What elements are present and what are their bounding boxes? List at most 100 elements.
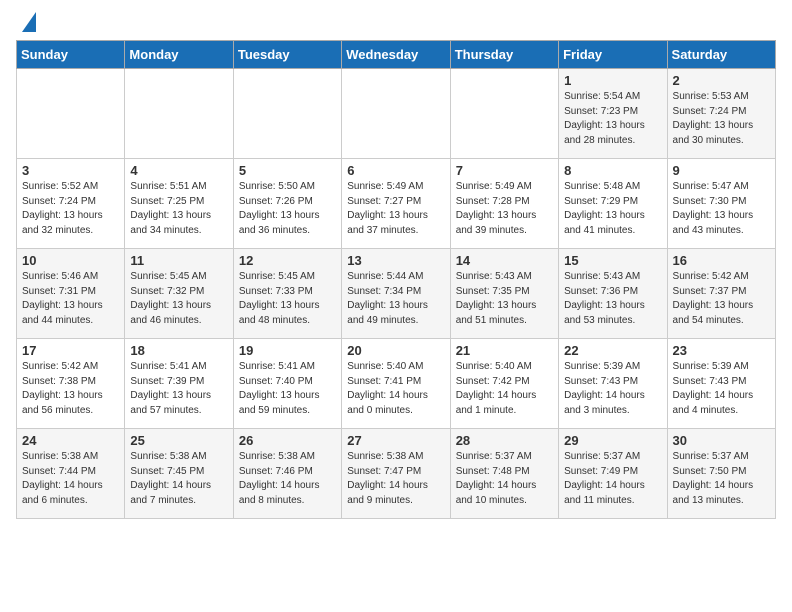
day-info: Sunrise: 5:46 AM Sunset: 7:31 PM Dayligh… <box>22 270 119 328</box>
day-info: Sunrise: 5:42 AM Sunset: 7:37 PM Dayligh… <box>673 270 770 328</box>
day-number: 5 <box>239 163 336 178</box>
calendar-cell: 2 Sunrise: 5:53 AM Sunset: 7:24 PM Daylig… <box>667 69 775 159</box>
day-info: Sunrise: 5:44 AM Sunset: 7:34 PM Dayligh… <box>347 270 444 328</box>
calendar-cell: 4 Sunrise: 5:51 AM Sunset: 7:25 PM Daylig… <box>125 159 233 249</box>
calendar-cell: 12Sunrise: 5:45 AM Sunset: 7:33 PM Dayli… <box>233 249 341 339</box>
calendar-cell: 25Sunrise: 5:38 AM Sunset: 7:45 PM Dayli… <box>125 429 233 519</box>
week-row-0: 1 Sunrise: 5:54 AM Sunset: 7:23 PM Daylig… <box>17 69 776 159</box>
day-number: 30 <box>673 433 770 448</box>
day-info: Sunrise: 5:40 AM Sunset: 7:42 PM Dayligh… <box>456 360 553 418</box>
day-number: 4 <box>130 163 227 178</box>
calendar-cell: 20 Sunrise: 5:40 AM Sunset: 7:41 PM Dayli… <box>342 339 450 429</box>
day-info: Sunrise: 5:38 AM Sunset: 7:44 PM Dayligh… <box>22 450 119 508</box>
day-number: 16 <box>673 253 770 268</box>
calendar-cell: 21 Sunrise: 5:40 AM Sunset: 7:42 PM Dayli… <box>450 339 558 429</box>
calendar-cell: 11 Sunrise: 5:45 AM Sunset: 7:32 PM Dayli… <box>125 249 233 339</box>
calendar-cell: 19 Sunrise: 5:41 AM Sunset: 7:40 PM Dayli… <box>233 339 341 429</box>
day-number: 10 <box>22 253 119 268</box>
calendar-cell <box>450 69 558 159</box>
day-number: 15 <box>564 253 661 268</box>
calendar-cell: 3 Sunrise: 5:52 AM Sunset: 7:24 PM Daylig… <box>17 159 125 249</box>
calendar-cell: 1 Sunrise: 5:54 AM Sunset: 7:23 PM Daylig… <box>559 69 667 159</box>
day-info: Sunrise: 5:49 AM Sunset: 7:28 PM Dayligh… <box>456 180 553 238</box>
calendar-cell: 6 Sunrise: 5:49 AM Sunset: 7:27 PM Daylig… <box>342 159 450 249</box>
calendar-cell: 27 Sunrise: 5:38 AM Sunset: 7:47 PM Dayli… <box>342 429 450 519</box>
day-info: Sunrise: 5:37 AM Sunset: 7:49 PM Dayligh… <box>564 450 661 508</box>
day-info: Sunrise: 5:37 AM Sunset: 7:48 PM Dayligh… <box>456 450 553 508</box>
day-number: 27 <box>347 433 444 448</box>
calendar-table: SundayMondayTuesdayWednesdayThursdayFrid… <box>16 40 776 519</box>
day-info: Sunrise: 5:41 AM Sunset: 7:40 PM Dayligh… <box>239 360 336 418</box>
calendar-cell <box>342 69 450 159</box>
weekday-wednesday: Wednesday <box>342 41 450 69</box>
day-info: Sunrise: 5:43 AM Sunset: 7:36 PM Dayligh… <box>564 270 661 328</box>
calendar-cell: 18Sunrise: 5:41 AM Sunset: 7:39 PM Dayli… <box>125 339 233 429</box>
day-number: 1 <box>564 73 661 88</box>
logo-triangle-icon <box>22 12 36 32</box>
weekday-thursday: Thursday <box>450 41 558 69</box>
day-info: Sunrise: 5:41 AM Sunset: 7:39 PM Dayligh… <box>130 360 227 418</box>
week-row-2: 10 Sunrise: 5:46 AM Sunset: 7:31 PM Dayli… <box>17 249 776 339</box>
calendar-cell: 14 Sunrise: 5:43 AM Sunset: 7:35 PM Dayli… <box>450 249 558 339</box>
calendar-cell: 16 Sunrise: 5:42 AM Sunset: 7:37 PM Dayli… <box>667 249 775 339</box>
day-number: 29 <box>564 433 661 448</box>
day-number: 8 <box>564 163 661 178</box>
day-number: 20 <box>347 343 444 358</box>
day-number: 3 <box>22 163 119 178</box>
calendar-cell <box>125 69 233 159</box>
weekday-saturday: Saturday <box>667 41 775 69</box>
day-info: Sunrise: 5:48 AM Sunset: 7:29 PM Dayligh… <box>564 180 661 238</box>
calendar-cell <box>233 69 341 159</box>
logo <box>16 16 36 32</box>
day-number: 17 <box>22 343 119 358</box>
calendar-cell: 5 Sunrise: 5:50 AM Sunset: 7:26 PM Daylig… <box>233 159 341 249</box>
calendar-cell: 8 Sunrise: 5:48 AM Sunset: 7:29 PM Daylig… <box>559 159 667 249</box>
day-number: 11 <box>130 253 227 268</box>
day-number: 23 <box>673 343 770 358</box>
day-number: 21 <box>456 343 553 358</box>
day-info: Sunrise: 5:43 AM Sunset: 7:35 PM Dayligh… <box>456 270 553 328</box>
weekday-sunday: Sunday <box>17 41 125 69</box>
calendar-cell: 23 Sunrise: 5:39 AM Sunset: 7:43 PM Dayli… <box>667 339 775 429</box>
day-info: Sunrise: 5:51 AM Sunset: 7:25 PM Dayligh… <box>130 180 227 238</box>
calendar-cell: 10 Sunrise: 5:46 AM Sunset: 7:31 PM Dayli… <box>17 249 125 339</box>
day-info: Sunrise: 5:54 AM Sunset: 7:23 PM Dayligh… <box>564 90 661 148</box>
day-number: 12 <box>239 253 336 268</box>
calendar-cell: 13 Sunrise: 5:44 AM Sunset: 7:34 PM Dayli… <box>342 249 450 339</box>
weekday-friday: Friday <box>559 41 667 69</box>
day-number: 13 <box>347 253 444 268</box>
day-info: Sunrise: 5:39 AM Sunset: 7:43 PM Dayligh… <box>564 360 661 418</box>
day-number: 7 <box>456 163 553 178</box>
day-number: 2 <box>673 73 770 88</box>
calendar-cell: 9 Sunrise: 5:47 AM Sunset: 7:30 PM Daylig… <box>667 159 775 249</box>
day-number: 22 <box>564 343 661 358</box>
day-info: Sunrise: 5:38 AM Sunset: 7:47 PM Dayligh… <box>347 450 444 508</box>
day-info: Sunrise: 5:45 AM Sunset: 7:32 PM Dayligh… <box>130 270 227 328</box>
week-row-3: 17 Sunrise: 5:42 AM Sunset: 7:38 PM Dayli… <box>17 339 776 429</box>
day-number: 9 <box>673 163 770 178</box>
day-number: 14 <box>456 253 553 268</box>
calendar-cell: 22 Sunrise: 5:39 AM Sunset: 7:43 PM Dayli… <box>559 339 667 429</box>
calendar-cell: 15 Sunrise: 5:43 AM Sunset: 7:36 PM Dayli… <box>559 249 667 339</box>
day-info: Sunrise: 5:49 AM Sunset: 7:27 PM Dayligh… <box>347 180 444 238</box>
calendar-cell: 28 Sunrise: 5:37 AM Sunset: 7:48 PM Dayli… <box>450 429 558 519</box>
day-info: Sunrise: 5:52 AM Sunset: 7:24 PM Dayligh… <box>22 180 119 238</box>
day-info: Sunrise: 5:39 AM Sunset: 7:43 PM Dayligh… <box>673 360 770 418</box>
day-info: Sunrise: 5:38 AM Sunset: 7:46 PM Dayligh… <box>239 450 336 508</box>
day-info: Sunrise: 5:47 AM Sunset: 7:30 PM Dayligh… <box>673 180 770 238</box>
header <box>16 16 776 32</box>
calendar-cell: 30Sunrise: 5:37 AM Sunset: 7:50 PM Dayli… <box>667 429 775 519</box>
calendar-cell: 24Sunrise: 5:38 AM Sunset: 7:44 PM Dayli… <box>17 429 125 519</box>
day-info: Sunrise: 5:50 AM Sunset: 7:26 PM Dayligh… <box>239 180 336 238</box>
day-number: 26 <box>239 433 336 448</box>
day-number: 19 <box>239 343 336 358</box>
weekday-tuesday: Tuesday <box>233 41 341 69</box>
day-info: Sunrise: 5:53 AM Sunset: 7:24 PM Dayligh… <box>673 90 770 148</box>
day-info: Sunrise: 5:42 AM Sunset: 7:38 PM Dayligh… <box>22 360 119 418</box>
week-row-1: 3 Sunrise: 5:52 AM Sunset: 7:24 PM Daylig… <box>17 159 776 249</box>
day-info: Sunrise: 5:38 AM Sunset: 7:45 PM Dayligh… <box>130 450 227 508</box>
day-number: 28 <box>456 433 553 448</box>
weekday-monday: Monday <box>125 41 233 69</box>
day-number: 6 <box>347 163 444 178</box>
day-info: Sunrise: 5:40 AM Sunset: 7:41 PM Dayligh… <box>347 360 444 418</box>
